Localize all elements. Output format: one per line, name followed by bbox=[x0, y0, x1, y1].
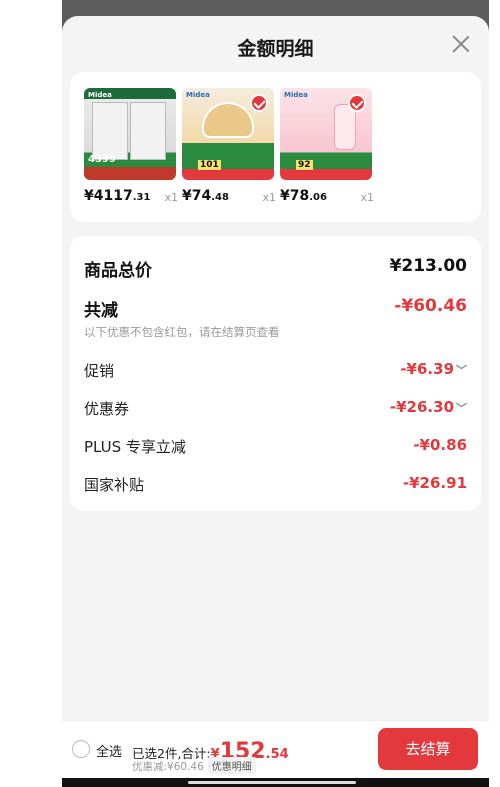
discount-summary: 优惠减:¥60.46 优惠明细 bbox=[132, 757, 256, 774]
promo-price-tag: 92 bbox=[296, 160, 313, 170]
national-subsidy-row: 国家补贴 -¥26.91 bbox=[84, 474, 467, 496]
discount-text: 优惠减:¥60.46 bbox=[132, 761, 204, 773]
fridge-door-image bbox=[130, 102, 166, 160]
coupon-value: -¥26.30 ﹀ bbox=[389, 398, 467, 416]
discount-detail-button[interactable]: 优惠明细 bbox=[207, 757, 256, 774]
total-reduction-row: 共减 -¥60.46 bbox=[84, 296, 467, 321]
product-thumbnail[interactable]: Midea 4399 bbox=[84, 88, 176, 180]
selected-check-icon bbox=[348, 94, 366, 112]
national-subsidy-value: -¥26.91 bbox=[402, 474, 467, 492]
brand-logo: Midea bbox=[284, 91, 308, 99]
plus-discount-value: -¥0.86 bbox=[413, 436, 467, 454]
brand-logo: Midea bbox=[88, 91, 112, 99]
system-nav-bar bbox=[62, 778, 489, 787]
product-price: ¥4117.31 bbox=[84, 188, 151, 204]
select-all-label[interactable]: 全选 bbox=[96, 741, 122, 760]
plus-discount-label: PLUS 专享立减 bbox=[84, 438, 186, 456]
cooker-image bbox=[202, 102, 254, 138]
total-reduction-value: -¥60.46 bbox=[394, 296, 467, 316]
product-item[interactable]: Midea 92 ¥78.06 x1 bbox=[280, 88, 374, 204]
promo-price-tag: 101 bbox=[198, 160, 221, 170]
select-all-checkbox[interactable] bbox=[72, 740, 90, 758]
selected-check-icon bbox=[250, 94, 268, 112]
product-item[interactable]: Midea 4399 ¥4117.31 x1 bbox=[84, 88, 178, 204]
national-subsidy-label: 国家补贴 bbox=[84, 476, 145, 494]
product-quantity: x1 bbox=[164, 191, 178, 204]
plus-discount-row: PLUS 专享立减 -¥0.86 bbox=[84, 436, 467, 458]
coupon-label: 优惠券 bbox=[84, 400, 130, 418]
app-frame: 金额明细 Midea 4399 ¥4117.31 x1 Midea 101 ¥7… bbox=[62, 0, 489, 787]
coupon-row[interactable]: 优惠券 -¥26.30 ﹀ bbox=[84, 398, 467, 420]
promo-price-tag: 4399 bbox=[88, 154, 116, 165]
checkout-bar: 全选 已选2件,合计:¥152.54 优惠减:¥60.46 优惠明细 去结算 bbox=[62, 720, 489, 778]
fridge-image bbox=[92, 102, 128, 160]
product-thumbnail[interactable]: Midea 92 bbox=[280, 88, 372, 180]
product-price: ¥74.48 bbox=[182, 188, 229, 204]
price-breakdown-card: 商品总价 ¥213.00 共减 -¥60.46 以下优惠不包含红包，请在结算页查… bbox=[70, 236, 481, 511]
product-item[interactable]: Midea 101 ¥74.48 x1 bbox=[182, 88, 276, 204]
product-quantity: x1 bbox=[262, 191, 276, 204]
home-indicator[interactable] bbox=[188, 781, 356, 784]
goods-total-row: 商品总价 ¥213.00 bbox=[84, 256, 467, 281]
sheet-title: 金额明细 bbox=[237, 38, 314, 60]
product-quantity: x1 bbox=[360, 191, 374, 204]
chevron-down-icon: ﹀ bbox=[456, 364, 467, 377]
checkout-button[interactable]: 去结算 bbox=[378, 728, 478, 770]
close-icon[interactable] bbox=[449, 32, 473, 56]
product-price: ¥78.06 bbox=[280, 188, 327, 204]
reduction-note: 以下优惠不包含红包，请在结算页查看 bbox=[84, 325, 280, 339]
promotion-row[interactable]: 促销 -¥6.39 ﹀ bbox=[84, 360, 467, 382]
chevron-down-icon: ﹀ bbox=[456, 402, 467, 415]
amount-detail-sheet: 金额明细 Midea 4399 ¥4117.31 x1 Midea 101 ¥7… bbox=[62, 16, 489, 787]
product-list-card: Midea 4399 ¥4117.31 x1 Midea 101 ¥74.48 … bbox=[70, 72, 481, 222]
brand-logo: Midea bbox=[186, 91, 210, 99]
promotion-value: -¥6.39 ﹀ bbox=[400, 360, 467, 378]
goods-total-label: 商品总价 bbox=[84, 261, 152, 281]
goods-total-value: ¥213.00 bbox=[389, 256, 467, 276]
total-amount-decimal: .54 bbox=[265, 747, 289, 762]
promotion-label: 促销 bbox=[84, 362, 115, 380]
product-thumbnail[interactable]: Midea 101 bbox=[182, 88, 274, 180]
total-reduction-label: 共减 bbox=[84, 301, 118, 321]
